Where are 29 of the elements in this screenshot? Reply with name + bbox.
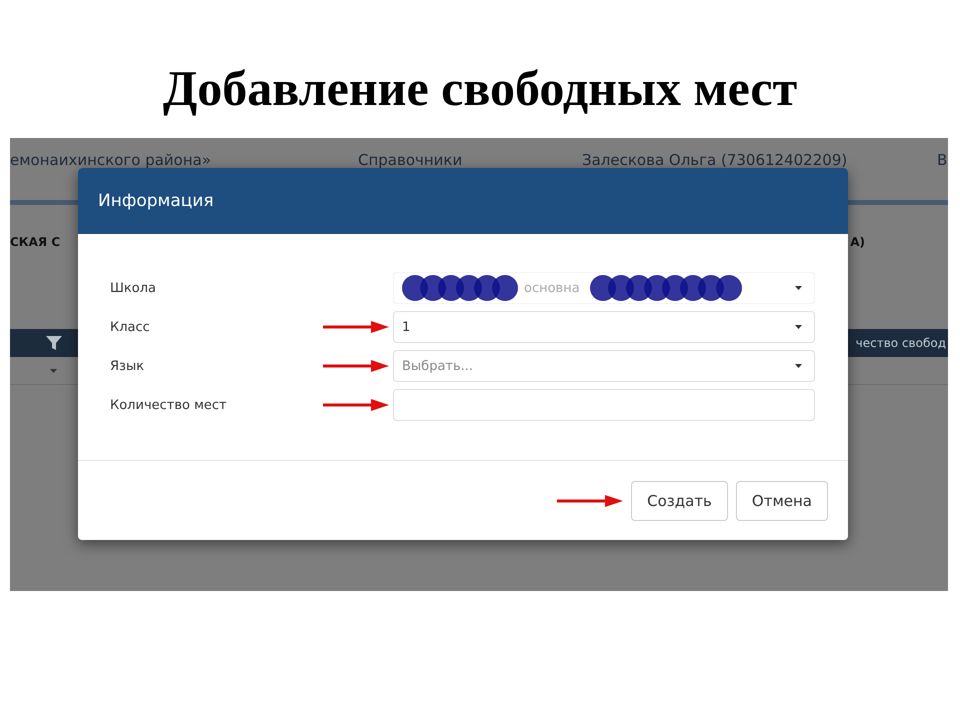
dialog-button[interactable]: Отмена — [736, 481, 828, 521]
header-text: Залескова Ольга (730612402209) — [582, 151, 848, 169]
header-text: емонаихинского района» — [10, 151, 212, 169]
header-text: Справочники — [358, 151, 464, 169]
filter-icon — [46, 335, 62, 351]
field-label: Количество мест — [110, 398, 227, 412]
caret-icon — [795, 286, 802, 290]
arrow-icon — [557, 495, 624, 507]
section-text: СКАЯ С — [10, 235, 60, 249]
dialog-title: Информация — [98, 191, 214, 211]
column-header: чество свобод — [856, 336, 946, 350]
input-field[interactable] — [393, 389, 815, 421]
select-field[interactable]: 1 — [393, 311, 815, 343]
slide-title: Добавление свободных мест — [162, 59, 798, 118]
field-label: Язык — [110, 358, 144, 374]
redaction-mark — [716, 275, 742, 301]
caret-icon — [795, 364, 802, 368]
caret-icon — [50, 368, 57, 372]
field-label: Класс — [110, 320, 150, 334]
arrow-icon — [323, 360, 389, 372]
arrow-icon — [323, 321, 389, 333]
section-text: А) — [850, 235, 865, 249]
arrow-icon — [323, 399, 389, 411]
school-value: основна — [524, 280, 580, 296]
field-label: Школа — [110, 280, 156, 296]
select-field[interactable]: Выбрать... — [393, 350, 815, 382]
header-text: В — [937, 151, 948, 169]
dialog-button[interactable]: Создать — [631, 481, 728, 521]
redaction-mark — [492, 275, 518, 301]
